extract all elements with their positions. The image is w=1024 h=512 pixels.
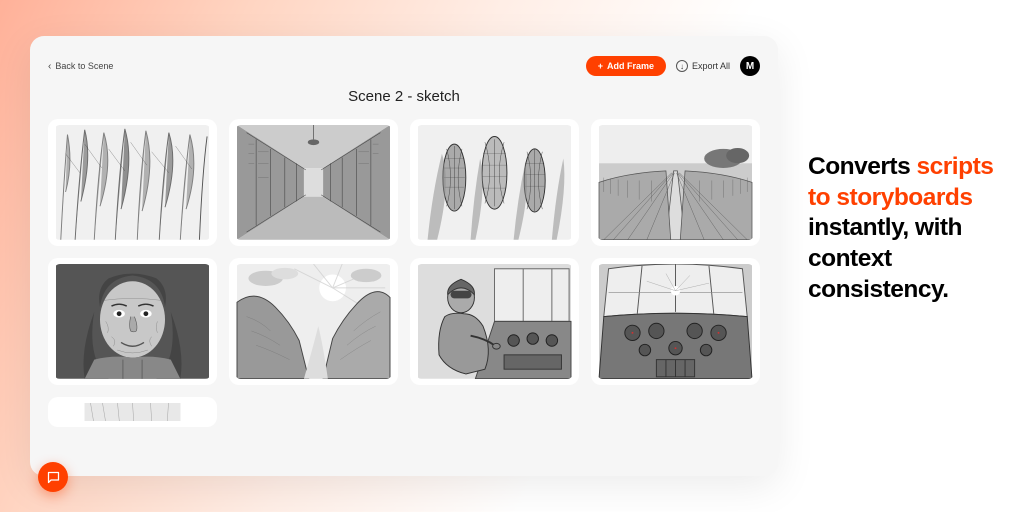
avatar[interactable]: M (740, 56, 760, 76)
frame-card[interactable] (48, 258, 217, 385)
sketch-mountain-valley (235, 264, 392, 379)
frame-card[interactable] (410, 119, 579, 246)
topbar: ‹ Back to Scene + Add Frame ↓ Export All… (48, 52, 760, 80)
sketch-corn-stalks (54, 125, 211, 240)
avatar-letter: M (746, 61, 754, 72)
frame-card[interactable] (229, 258, 398, 385)
topbar-actions: + Add Frame ↓ Export All M (586, 56, 760, 76)
frames-grid (48, 119, 760, 385)
frame-card[interactable] (591, 258, 760, 385)
export-label: Export All (692, 61, 730, 71)
plus-icon: + (598, 61, 603, 71)
sketch-library (235, 125, 392, 240)
frame-card[interactable] (48, 119, 217, 246)
back-label: Back to Scene (55, 61, 113, 71)
export-all-button[interactable]: ↓ Export All (676, 60, 730, 72)
back-to-scene-button[interactable]: ‹ Back to Scene (48, 61, 113, 72)
marketing-headline: Converts scripts to storyboards instantl… (808, 152, 1008, 305)
sketch-cockpit-interior (597, 264, 754, 379)
frame-card[interactable] (48, 397, 217, 427)
sketch-corn-ears (416, 125, 573, 240)
add-frame-button[interactable]: + Add Frame (586, 56, 666, 76)
scene-title: Scene 2 - sketch (48, 88, 760, 105)
frames-grid-overflow (48, 397, 760, 427)
add-frame-label: Add Frame (607, 61, 654, 71)
headline-rest: instantly, with context consistency. (808, 214, 962, 302)
download-icon: ↓ (676, 60, 688, 72)
sketch-cornfield-rows (597, 125, 754, 240)
frame-card[interactable] (410, 258, 579, 385)
chevron-left-icon: ‹ (48, 61, 51, 72)
chat-icon (46, 470, 61, 485)
chat-button[interactable] (38, 462, 68, 492)
headline-line1: Converts (808, 153, 910, 180)
sketch-partial (54, 403, 211, 421)
sketch-elderly-woman (54, 264, 211, 379)
sketch-pilot-cockpit (416, 264, 573, 379)
app-panel: ‹ Back to Scene + Add Frame ↓ Export All… (30, 36, 778, 476)
frame-card[interactable] (229, 119, 398, 246)
frame-card[interactable] (591, 119, 760, 246)
